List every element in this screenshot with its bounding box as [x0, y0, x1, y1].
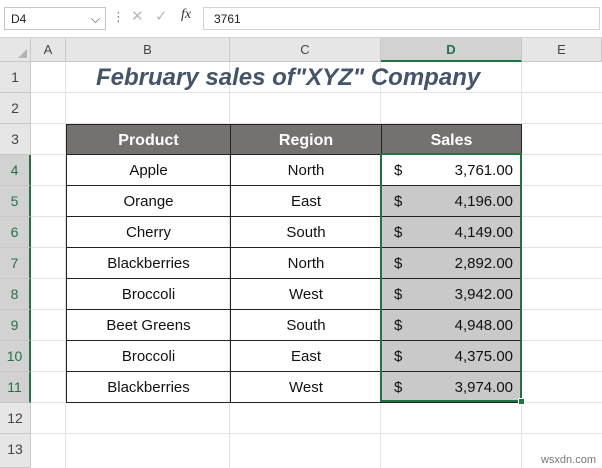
sheet-title[interactable]: February sales of"XYZ" Company — [96, 62, 480, 93]
row-header-4[interactable]: 4 — [0, 155, 31, 186]
product-cell[interactable]: Beet Greens — [66, 310, 231, 341]
sales-cell[interactable]: $ 3,942.00 — [382, 279, 522, 310]
sales-amount: 4,375.00 — [454, 348, 513, 365]
region-cell[interactable]: South — [231, 310, 382, 341]
formula-input[interactable]: 3761 — [203, 7, 600, 30]
sales-amount: 3,974.00 — [454, 379, 513, 396]
region-cell[interactable]: South — [231, 217, 382, 248]
column-header-a[interactable]: A — [31, 38, 66, 62]
region-cell[interactable]: West — [231, 372, 382, 403]
region-cell[interactable]: East — [231, 341, 382, 372]
header-region[interactable]: Region — [231, 124, 382, 155]
product-cell[interactable]: Apple — [66, 155, 231, 186]
sales-cell[interactable]: $ 4,196.00 — [382, 186, 522, 217]
row-header-5[interactable]: 5 — [0, 186, 31, 217]
sales-cell[interactable]: $ 4,948.00 — [382, 310, 522, 341]
name-box[interactable]: D4 ⌵ — [4, 7, 106, 30]
sales-cell-active[interactable]: $ 3,761.00 — [382, 155, 522, 186]
region-cell[interactable]: West — [231, 279, 382, 310]
sales-amount: 4,196.00 — [454, 193, 513, 210]
column-header-d[interactable]: D — [381, 38, 522, 62]
row-header-9[interactable]: 9 — [0, 310, 31, 341]
column-header-e[interactable]: E — [522, 38, 602, 62]
product-cell[interactable]: Blackberries — [66, 248, 231, 279]
product-cell[interactable]: Broccoli — [66, 341, 231, 372]
product-cell[interactable]: Blackberries — [66, 372, 231, 403]
row-header-13[interactable]: 13 — [0, 434, 31, 468]
formula-bar: D4 ⌵ ⋮ ✕ ✓ fx 3761 — [0, 0, 602, 38]
region-cell[interactable]: North — [231, 155, 382, 186]
header-product[interactable]: Product — [66, 124, 231, 155]
currency-symbol: $ — [394, 317, 403, 334]
row-header-1[interactable]: 1 — [0, 62, 31, 93]
column-header-c[interactable]: C — [230, 38, 381, 62]
currency-symbol: $ — [394, 162, 403, 179]
row-header-12[interactable]: 12 — [0, 403, 31, 434]
watermark: wsxdn.com — [540, 454, 596, 466]
select-all-button[interactable] — [0, 38, 31, 62]
sales-amount: 2,892.00 — [454, 255, 513, 272]
gridline — [31, 433, 602, 434]
row-header-11[interactable]: 11 — [0, 372, 31, 403]
sales-amount: 3,761.00 — [454, 162, 513, 179]
more-options-icon[interactable]: ⋮ — [112, 10, 125, 25]
select-all-icon — [18, 49, 27, 58]
name-box-value: D4 — [11, 12, 27, 26]
header-sales[interactable]: Sales — [382, 124, 522, 155]
check-icon[interactable]: ✓ — [155, 7, 168, 25]
row-header-10[interactable]: 10 — [0, 341, 31, 372]
sales-cell[interactable]: $ 3,974.00 — [382, 372, 522, 403]
sales-cell[interactable]: $ 4,375.00 — [382, 341, 522, 372]
sales-amount: 4,948.00 — [454, 317, 513, 334]
sales-amount: 4,149.00 — [454, 224, 513, 241]
row-header-7[interactable]: 7 — [0, 248, 31, 279]
currency-symbol: $ — [394, 193, 403, 210]
currency-symbol: $ — [394, 379, 403, 396]
insert-function-button[interactable]: fx — [181, 7, 191, 23]
fill-handle[interactable] — [518, 398, 525, 405]
currency-symbol: $ — [394, 224, 403, 241]
region-cell[interactable]: North — [231, 248, 382, 279]
sales-cell[interactable]: $ 2,892.00 — [382, 248, 522, 279]
currency-symbol: $ — [394, 348, 403, 365]
formula-value: 3761 — [214, 12, 241, 26]
product-cell[interactable]: Orange — [66, 186, 231, 217]
row-header-3[interactable]: 3 — [0, 124, 31, 155]
sales-amount: 3,942.00 — [454, 286, 513, 303]
spreadsheet-grid[interactable]: A B C D E 1 2 3 4 5 6 7 8 9 10 11 12 13 … — [0, 38, 602, 468]
region-cell[interactable]: East — [231, 186, 382, 217]
cancel-icon[interactable]: ✕ — [131, 7, 144, 25]
product-cell[interactable]: Broccoli — [66, 279, 231, 310]
sales-cell[interactable]: $ 4,149.00 — [382, 217, 522, 248]
column-header-b[interactable]: B — [66, 38, 230, 62]
row-header-8[interactable]: 8 — [0, 279, 31, 310]
currency-symbol: $ — [394, 255, 403, 272]
chevron-down-icon[interactable]: ⌵ — [91, 12, 100, 27]
currency-symbol: $ — [394, 286, 403, 303]
row-header-6[interactable]: 6 — [0, 217, 31, 248]
row-header-2[interactable]: 2 — [0, 93, 31, 124]
product-cell[interactable]: Cherry — [66, 217, 231, 248]
